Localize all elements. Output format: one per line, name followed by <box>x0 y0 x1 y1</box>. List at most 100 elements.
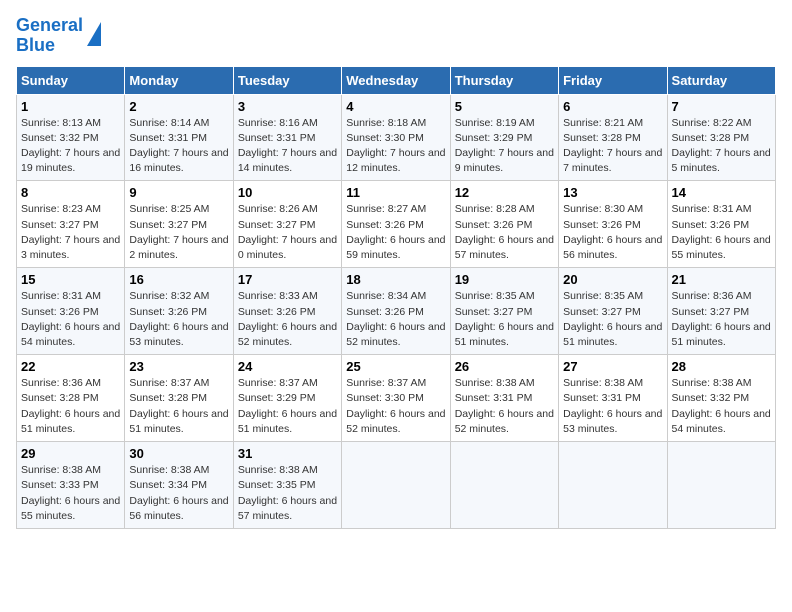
day-info: Sunrise: 8:23 AMSunset: 3:27 PMDaylight:… <box>21 203 120 261</box>
day-info: Sunrise: 8:14 AMSunset: 3:31 PMDaylight:… <box>129 117 228 175</box>
calendar-cell: 22 Sunrise: 8:36 AMSunset: 3:28 PMDaylig… <box>17 355 125 442</box>
day-info: Sunrise: 8:19 AMSunset: 3:29 PMDaylight:… <box>455 117 554 175</box>
column-header-wednesday: Wednesday <box>342 66 450 94</box>
day-number: 23 <box>129 359 228 374</box>
calendar-cell: 30 Sunrise: 8:38 AMSunset: 3:34 PMDaylig… <box>125 442 233 529</box>
day-info: Sunrise: 8:32 AMSunset: 3:26 PMDaylight:… <box>129 290 228 348</box>
calendar-cell: 28 Sunrise: 8:38 AMSunset: 3:32 PMDaylig… <box>667 355 775 442</box>
week-row-1: 1 Sunrise: 8:13 AMSunset: 3:32 PMDayligh… <box>17 94 776 181</box>
calendar-cell: 16 Sunrise: 8:32 AMSunset: 3:26 PMDaylig… <box>125 268 233 355</box>
day-number: 19 <box>455 272 554 287</box>
day-number: 4 <box>346 99 445 114</box>
calendar-cell <box>559 442 667 529</box>
day-number: 24 <box>238 359 337 374</box>
day-number: 15 <box>21 272 120 287</box>
day-number: 21 <box>672 272 771 287</box>
day-info: Sunrise: 8:37 AMSunset: 3:29 PMDaylight:… <box>238 377 337 435</box>
calendar-cell: 4 Sunrise: 8:18 AMSunset: 3:30 PMDayligh… <box>342 94 450 181</box>
logo-line1: General <box>16 16 83 36</box>
day-info: Sunrise: 8:37 AMSunset: 3:30 PMDaylight:… <box>346 377 445 435</box>
day-number: 18 <box>346 272 445 287</box>
column-header-monday: Monday <box>125 66 233 94</box>
calendar-cell: 25 Sunrise: 8:37 AMSunset: 3:30 PMDaylig… <box>342 355 450 442</box>
week-row-5: 29 Sunrise: 8:38 AMSunset: 3:33 PMDaylig… <box>17 442 776 529</box>
day-number: 5 <box>455 99 554 114</box>
day-number: 16 <box>129 272 228 287</box>
calendar-cell <box>667 442 775 529</box>
day-info: Sunrise: 8:35 AMSunset: 3:27 PMDaylight:… <box>563 290 662 348</box>
calendar-cell <box>342 442 450 529</box>
logo-line2: Blue <box>16 36 83 56</box>
calendar-cell: 11 Sunrise: 8:27 AMSunset: 3:26 PMDaylig… <box>342 181 450 268</box>
day-info: Sunrise: 8:25 AMSunset: 3:27 PMDaylight:… <box>129 203 228 261</box>
calendar-cell: 7 Sunrise: 8:22 AMSunset: 3:28 PMDayligh… <box>667 94 775 181</box>
calendar-cell: 29 Sunrise: 8:38 AMSunset: 3:33 PMDaylig… <box>17 442 125 529</box>
day-info: Sunrise: 8:22 AMSunset: 3:28 PMDaylight:… <box>672 117 771 175</box>
day-info: Sunrise: 8:18 AMSunset: 3:30 PMDaylight:… <box>346 117 445 175</box>
day-info: Sunrise: 8:16 AMSunset: 3:31 PMDaylight:… <box>238 117 337 175</box>
day-info: Sunrise: 8:13 AMSunset: 3:32 PMDaylight:… <box>21 117 120 175</box>
day-number: 28 <box>672 359 771 374</box>
day-info: Sunrise: 8:38 AMSunset: 3:33 PMDaylight:… <box>21 464 120 522</box>
day-number: 27 <box>563 359 662 374</box>
calendar-cell: 1 Sunrise: 8:13 AMSunset: 3:32 PMDayligh… <box>17 94 125 181</box>
week-row-3: 15 Sunrise: 8:31 AMSunset: 3:26 PMDaylig… <box>17 268 776 355</box>
header: General Blue <box>16 16 776 56</box>
day-number: 22 <box>21 359 120 374</box>
day-number: 17 <box>238 272 337 287</box>
calendar-cell: 21 Sunrise: 8:36 AMSunset: 3:27 PMDaylig… <box>667 268 775 355</box>
day-info: Sunrise: 8:34 AMSunset: 3:26 PMDaylight:… <box>346 290 445 348</box>
calendar-cell: 23 Sunrise: 8:37 AMSunset: 3:28 PMDaylig… <box>125 355 233 442</box>
header-row: SundayMondayTuesdayWednesdayThursdayFrid… <box>17 66 776 94</box>
day-info: Sunrise: 8:35 AMSunset: 3:27 PMDaylight:… <box>455 290 554 348</box>
day-number: 10 <box>238 185 337 200</box>
day-number: 9 <box>129 185 228 200</box>
calendar-cell <box>450 442 558 529</box>
column-header-tuesday: Tuesday <box>233 66 341 94</box>
calendar-cell: 20 Sunrise: 8:35 AMSunset: 3:27 PMDaylig… <box>559 268 667 355</box>
calendar-cell: 2 Sunrise: 8:14 AMSunset: 3:31 PMDayligh… <box>125 94 233 181</box>
day-number: 13 <box>563 185 662 200</box>
day-number: 26 <box>455 359 554 374</box>
day-info: Sunrise: 8:38 AMSunset: 3:31 PMDaylight:… <box>563 377 662 435</box>
day-number: 7 <box>672 99 771 114</box>
day-info: Sunrise: 8:38 AMSunset: 3:32 PMDaylight:… <box>672 377 771 435</box>
day-info: Sunrise: 8:33 AMSunset: 3:26 PMDaylight:… <box>238 290 337 348</box>
day-info: Sunrise: 8:38 AMSunset: 3:35 PMDaylight:… <box>238 464 337 522</box>
calendar-cell: 15 Sunrise: 8:31 AMSunset: 3:26 PMDaylig… <box>17 268 125 355</box>
column-header-thursday: Thursday <box>450 66 558 94</box>
calendar-cell: 6 Sunrise: 8:21 AMSunset: 3:28 PMDayligh… <box>559 94 667 181</box>
logo-triangle-icon <box>87 22 101 46</box>
calendar-cell: 12 Sunrise: 8:28 AMSunset: 3:26 PMDaylig… <box>450 181 558 268</box>
column-header-saturday: Saturday <box>667 66 775 94</box>
day-info: Sunrise: 8:38 AMSunset: 3:31 PMDaylight:… <box>455 377 554 435</box>
day-info: Sunrise: 8:36 AMSunset: 3:28 PMDaylight:… <box>21 377 120 435</box>
logo: General Blue <box>16 16 101 56</box>
calendar-cell: 5 Sunrise: 8:19 AMSunset: 3:29 PMDayligh… <box>450 94 558 181</box>
day-info: Sunrise: 8:21 AMSunset: 3:28 PMDaylight:… <box>563 117 662 175</box>
logo-text-block: General Blue <box>16 16 83 56</box>
calendar-cell: 17 Sunrise: 8:33 AMSunset: 3:26 PMDaylig… <box>233 268 341 355</box>
day-number: 2 <box>129 99 228 114</box>
day-number: 8 <box>21 185 120 200</box>
day-number: 1 <box>21 99 120 114</box>
day-number: 12 <box>455 185 554 200</box>
day-info: Sunrise: 8:36 AMSunset: 3:27 PMDaylight:… <box>672 290 771 348</box>
day-number: 29 <box>21 446 120 461</box>
day-info: Sunrise: 8:31 AMSunset: 3:26 PMDaylight:… <box>21 290 120 348</box>
calendar-cell: 31 Sunrise: 8:38 AMSunset: 3:35 PMDaylig… <box>233 442 341 529</box>
calendar-table: SundayMondayTuesdayWednesdayThursdayFrid… <box>16 66 776 529</box>
day-info: Sunrise: 8:37 AMSunset: 3:28 PMDaylight:… <box>129 377 228 435</box>
calendar-cell: 14 Sunrise: 8:31 AMSunset: 3:26 PMDaylig… <box>667 181 775 268</box>
calendar-cell: 13 Sunrise: 8:30 AMSunset: 3:26 PMDaylig… <box>559 181 667 268</box>
calendar-cell: 9 Sunrise: 8:25 AMSunset: 3:27 PMDayligh… <box>125 181 233 268</box>
day-info: Sunrise: 8:38 AMSunset: 3:34 PMDaylight:… <box>129 464 228 522</box>
day-number: 6 <box>563 99 662 114</box>
calendar-cell: 8 Sunrise: 8:23 AMSunset: 3:27 PMDayligh… <box>17 181 125 268</box>
week-row-4: 22 Sunrise: 8:36 AMSunset: 3:28 PMDaylig… <box>17 355 776 442</box>
calendar-cell: 18 Sunrise: 8:34 AMSunset: 3:26 PMDaylig… <box>342 268 450 355</box>
day-number: 25 <box>346 359 445 374</box>
day-number: 3 <box>238 99 337 114</box>
column-header-friday: Friday <box>559 66 667 94</box>
day-number: 14 <box>672 185 771 200</box>
